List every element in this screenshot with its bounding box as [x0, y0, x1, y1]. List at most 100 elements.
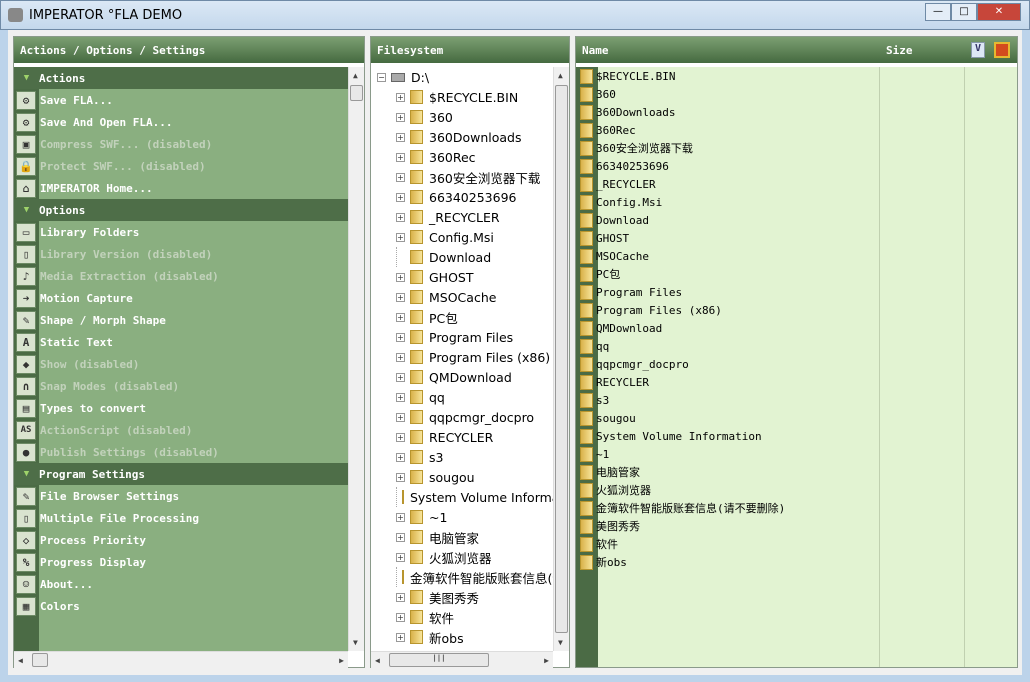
tree-item[interactable]: + qqpcmgr_docpro: [371, 407, 553, 427]
expand-icon[interactable]: +: [396, 112, 405, 122]
tree-item[interactable]: + PC包: [371, 307, 553, 327]
file-row[interactable]: s3: [576, 391, 1017, 409]
scroll-left-icon[interactable]: ◀: [18, 656, 23, 665]
file-row[interactable]: qqpcmgr_docpro: [576, 355, 1017, 373]
file-row[interactable]: _RECYCLER: [576, 175, 1017, 193]
file-row[interactable]: MSOCache: [576, 247, 1017, 265]
action-item[interactable]: ▣ Compress SWF... (disabled): [14, 133, 348, 155]
expand-icon[interactable]: +: [396, 372, 405, 382]
expand-icon[interactable]: +: [396, 92, 405, 102]
tree-item[interactable]: + ~1: [371, 507, 553, 527]
action-item[interactable]: ✎ File Browser Settings: [14, 485, 348, 507]
expand-icon[interactable]: +: [396, 452, 405, 462]
tree-item[interactable]: +360Rec: [371, 147, 553, 167]
file-row[interactable]: 新obs: [576, 553, 1017, 571]
expand-icon[interactable]: +: [396, 352, 405, 362]
file-row[interactable]: Program Files (x86): [576, 301, 1017, 319]
expand-icon[interactable]: +: [396, 212, 405, 222]
action-item[interactable]: ◆ Show (disabled): [14, 353, 348, 375]
tree-hscrollbar[interactable]: ◀ ||| ▶: [371, 651, 553, 668]
actions-hscrollbar[interactable]: ◀ ▶: [14, 651, 348, 668]
action-item[interactable]: AS ActionScript (disabled): [14, 419, 348, 441]
tree-item[interactable]: + 软件: [371, 607, 553, 627]
scroll-down-icon[interactable]: ▼: [558, 638, 563, 647]
expand-icon[interactable]: +: [396, 632, 405, 642]
section-header[interactable]: ▼ Program Settings: [14, 463, 348, 485]
expand-icon[interactable]: +: [396, 272, 405, 282]
expand-icon[interactable]: +: [396, 332, 405, 342]
expand-icon[interactable]: +: [396, 172, 405, 182]
expand-icon[interactable]: +: [396, 392, 405, 402]
scroll-left-icon[interactable]: ◀: [375, 656, 380, 665]
tree-item[interactable]: +360Downloads: [371, 127, 553, 147]
tree-item[interactable]: +360: [371, 107, 553, 127]
tree-item[interactable]: + $RECYCLE.BIN: [371, 87, 553, 107]
column-size[interactable]: Size: [886, 44, 913, 57]
file-row[interactable]: 360Downloads: [576, 103, 1017, 121]
action-item[interactable]: ▯ Library Version (disabled): [14, 243, 348, 265]
expand-icon[interactable]: +: [396, 612, 405, 622]
expand-icon[interactable]: +: [396, 472, 405, 482]
file-row[interactable]: qq: [576, 337, 1017, 355]
file-row[interactable]: $RECYCLE.BIN: [576, 67, 1017, 85]
tree-item[interactable]: + 火狐浏览器: [371, 547, 553, 567]
file-row[interactable]: Download: [576, 211, 1017, 229]
tree-item[interactable]: + sougou: [371, 467, 553, 487]
tree-item[interactable]: + GHOST: [371, 267, 553, 287]
file-row[interactable]: 360安全浏览器下载: [576, 139, 1017, 157]
action-item[interactable]: ▦ Colors: [14, 595, 348, 617]
action-item[interactable]: ➜ Motion Capture: [14, 287, 348, 309]
tree-item[interactable]: + qq: [371, 387, 553, 407]
scroll-up-icon[interactable]: ▲: [558, 71, 563, 80]
expand-icon[interactable]: +: [396, 132, 405, 142]
action-item[interactable]: A Static Text: [14, 331, 348, 353]
expand-icon[interactable]: +: [396, 232, 405, 242]
actions-vscrollbar[interactable]: ▲ ▼: [348, 67, 364, 651]
action-item[interactable]: ▯ Multiple File Processing: [14, 507, 348, 529]
tree-item[interactable]: +360安全浏览器下载: [371, 167, 553, 187]
expand-icon[interactable]: +: [396, 192, 405, 202]
file-row[interactable]: sougou: [576, 409, 1017, 427]
tree-item[interactable]: 金簿软件智能版账套信息(请不要删除): [371, 567, 553, 587]
scroll-down-icon[interactable]: ▼: [353, 638, 358, 647]
expand-icon[interactable]: +: [396, 152, 405, 162]
expand-icon[interactable]: +: [396, 552, 405, 562]
tree-root[interactable]: − D:\: [371, 67, 553, 87]
file-row[interactable]: 金簿软件智能版账套信息(请不要删除): [576, 499, 1017, 517]
collapse-icon[interactable]: −: [377, 72, 386, 82]
scroll-right-icon[interactable]: ▶: [544, 656, 549, 665]
file-row[interactable]: 软件: [576, 535, 1017, 553]
expand-triangle-icon[interactable]: ▼: [14, 205, 39, 215]
file-row[interactable]: QMDownload: [576, 319, 1017, 337]
expand-icon[interactable]: +: [396, 432, 405, 442]
section-header[interactable]: ▼ Options: [14, 199, 348, 221]
expand-icon[interactable]: +: [396, 532, 405, 542]
file-row[interactable]: 火狐浏览器: [576, 481, 1017, 499]
tree-item[interactable]: + MSOCache: [371, 287, 553, 307]
file-row[interactable]: 360Rec: [576, 121, 1017, 139]
expand-icon[interactable]: +: [396, 592, 405, 602]
scroll-up-icon[interactable]: ▲: [353, 71, 358, 80]
expand-triangle-icon[interactable]: ▼: [14, 469, 39, 479]
action-item[interactable]: 🔒 Protect SWF... (disabled): [14, 155, 348, 177]
action-item[interactable]: ⌂ IMPERATOR Home...: [14, 177, 348, 199]
file-row[interactable]: System Volume Information: [576, 427, 1017, 445]
scroll-thumb[interactable]: [32, 653, 48, 667]
tree-item[interactable]: + 新obs: [371, 627, 553, 647]
file-row[interactable]: 美图秀秀: [576, 517, 1017, 535]
tree-item[interactable]: System Volume Information: [371, 487, 553, 507]
maximize-button[interactable]: □: [951, 3, 977, 21]
scroll-thumb[interactable]: [350, 85, 363, 101]
action-item[interactable]: ⚙ Save And Open FLA...: [14, 111, 348, 133]
view-button[interactable]: V: [971, 42, 985, 58]
action-item[interactable]: ∩ Snap Modes (disabled): [14, 375, 348, 397]
tree-item[interactable]: + 美图秀秀: [371, 587, 553, 607]
expand-icon[interactable]: +: [396, 292, 405, 302]
section-header[interactable]: ▼ Actions: [14, 67, 348, 89]
expand-triangle-icon[interactable]: ▼: [14, 73, 39, 83]
action-item[interactable]: ● Publish Settings (disabled): [14, 441, 348, 463]
action-item[interactable]: ▭ Library Folders: [14, 221, 348, 243]
file-row[interactable]: PC包: [576, 265, 1017, 283]
file-row[interactable]: Program Files: [576, 283, 1017, 301]
action-item[interactable]: ♪ Media Extraction (disabled): [14, 265, 348, 287]
